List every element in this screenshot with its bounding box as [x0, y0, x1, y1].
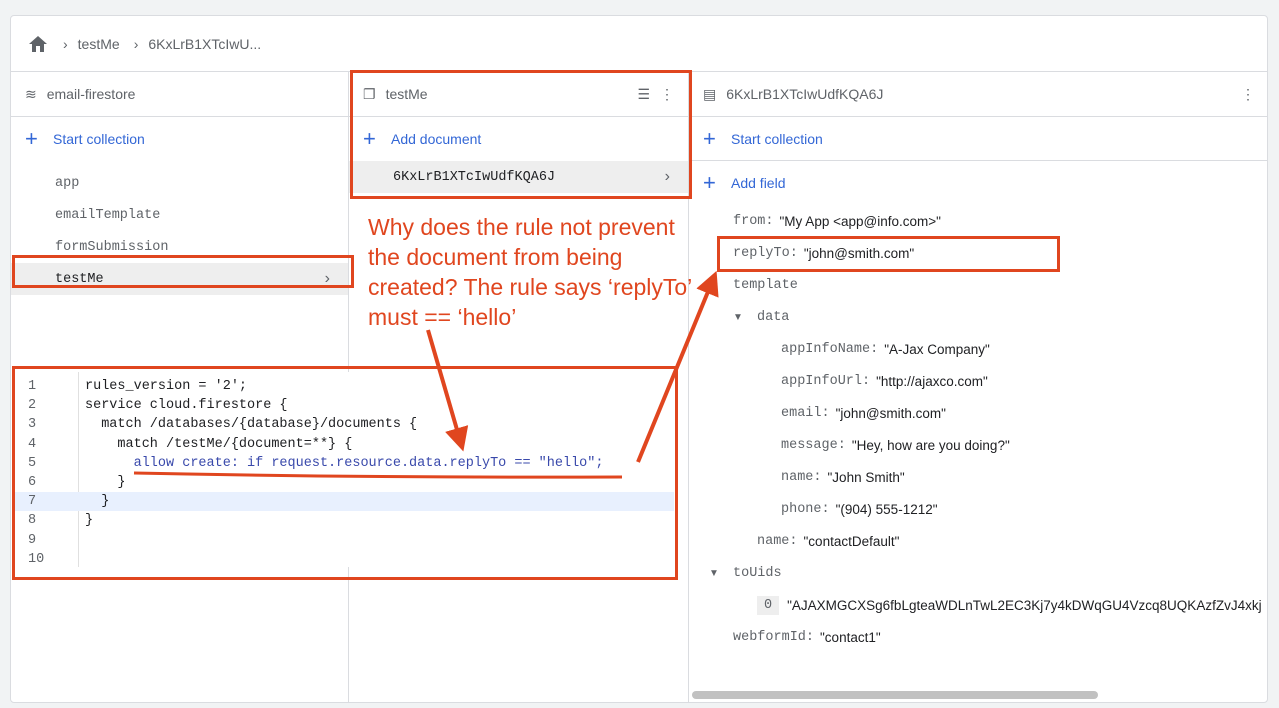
annotation-arrows: [133, 270, 719, 479]
rule-underline: [133, 471, 623, 479]
arrow-to-replyto: [636, 270, 719, 463]
arrow-to-rule: [426, 329, 469, 452]
